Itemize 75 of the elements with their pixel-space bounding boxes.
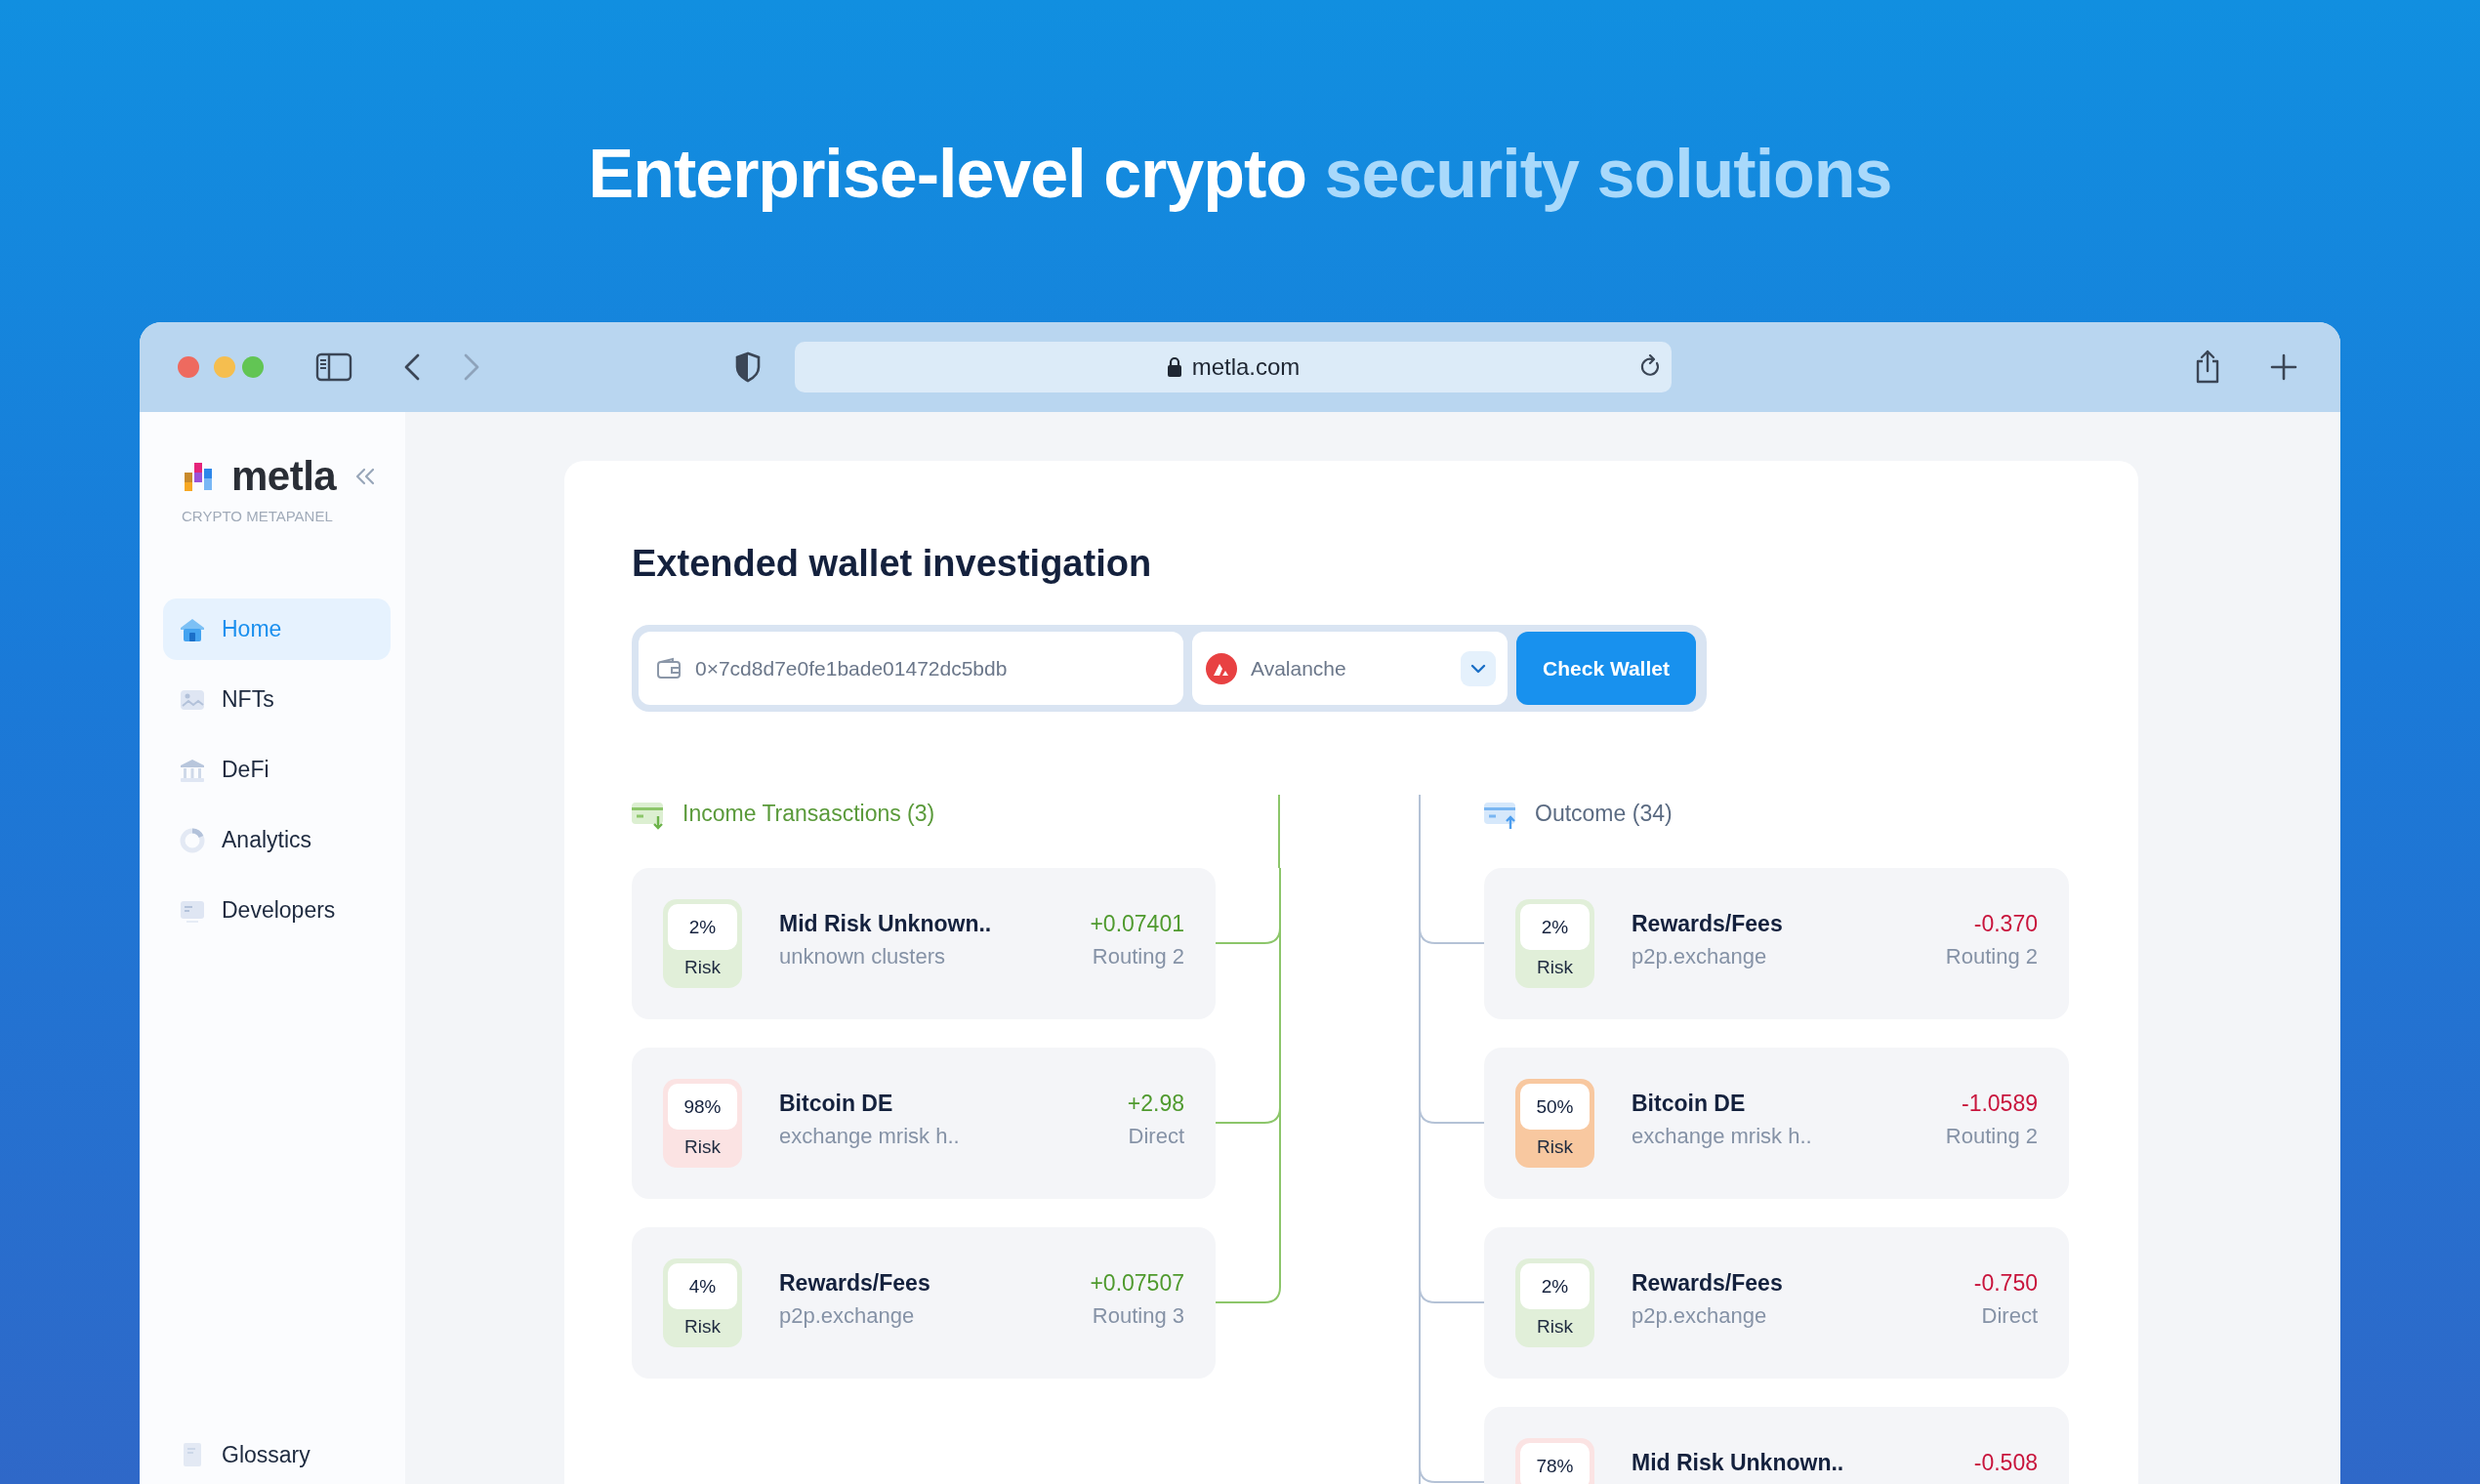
counterparty-name: Mid Risk Unknown..	[779, 911, 993, 937]
lock-icon	[1166, 356, 1182, 378]
counterparty-name: Mid Risk Unknown..	[1632, 1450, 1845, 1476]
route-label: Direct	[1981, 1303, 2038, 1329]
network-select[interactable]: Avalanche	[1192, 632, 1508, 705]
amount: -1.0589	[1962, 1091, 2038, 1117]
transaction-card[interactable]: 2% Risk Rewards/Fees p2p.exchange -0.750 Direct	[1484, 1227, 2069, 1379]
risk-label: Risk	[684, 1136, 721, 1158]
counterparty-detail: unknown clusters	[779, 944, 946, 969]
wallet-icon	[656, 656, 682, 680]
transaction-card[interactable]: 78% Mid Risk Unknown.. -0.508	[1484, 1407, 2069, 1484]
share-icon[interactable]	[2194, 350, 2221, 385]
page-title: Extended wallet investigation	[632, 542, 1153, 586]
amount: -0.750	[1973, 1270, 2038, 1297]
brand-subtitle: CRYPTO METAPANEL	[182, 508, 334, 524]
nav-item[interactable]: NFTs	[163, 669, 391, 730]
transaction-card[interactable]: 2% Risk Mid Risk Unknown.. unknown clusters +0.07401 Routing 2	[632, 868, 1216, 1019]
address-bar[interactable]: metla.com	[795, 342, 1672, 392]
risk-label: Risk	[1537, 1316, 1573, 1338]
route-label: Routing 2	[1945, 1124, 2038, 1149]
donut-chart-icon	[179, 826, 206, 854]
route-label: Routing 3	[1092, 1303, 1184, 1329]
wallet-address-input[interactable]: 0×7cd8d7e0fe1bade01472dc5bdb	[695, 656, 1164, 680]
counterparty-detail: p2p.exchange	[1632, 944, 1768, 969]
amount: +2.98	[1127, 1091, 1184, 1117]
risk-percent: 4%	[668, 1263, 737, 1309]
risk-percent: 98%	[668, 1084, 737, 1130]
risk-percent: 2%	[1520, 904, 1590, 950]
section-title: Outcome (34)	[1535, 801, 1673, 827]
risk-percent: 2%	[1520, 1263, 1590, 1309]
risk-percent: 2%	[668, 904, 737, 950]
amount: -0.508	[1973, 1450, 2038, 1476]
nav-item[interactable]: Developers	[163, 880, 391, 941]
counterparty-detail: exchange mrisk h..	[779, 1124, 961, 1149]
counterparty-name: Bitcoin DE	[1632, 1091, 1747, 1117]
route-label: Routing 2	[1092, 944, 1184, 969]
risk-label: Risk	[1537, 1136, 1573, 1158]
risk-percent: 78%	[1520, 1443, 1590, 1484]
transaction-card[interactable]: 2% Risk Rewards/Fees p2p.exchange -0.370 Routing 2	[1484, 868, 2069, 1019]
new-tab-icon[interactable]	[2270, 353, 2297, 381]
counterparty-name: Bitcoin DE	[779, 1091, 894, 1117]
amount: -0.370	[1973, 911, 2038, 937]
chevron-down-icon[interactable]	[1461, 650, 1496, 686]
card-arrow-down-icon	[632, 801, 665, 830]
amount: +0.07401	[1090, 911, 1184, 937]
counterparty-detail: p2p.exchange	[1632, 1303, 1768, 1329]
url-text: metla.com	[1191, 353, 1301, 381]
nav-item[interactable]: Glossary	[163, 1433, 391, 1476]
transaction-card[interactable]: 50% Risk Bitcoin DE exchange mrisk h.. -1.0589 Routing 2	[1484, 1048, 2069, 1199]
counterparty-name: Rewards/Fees	[779, 1270, 931, 1297]
network-logo-icon	[1206, 652, 1237, 684]
counterparty-name: Rewards/Fees	[1632, 911, 1784, 937]
counterparty-detail: p2p.exchange	[779, 1303, 916, 1329]
nav-item[interactable]: DeFi	[163, 739, 391, 801]
brand-name: metla	[231, 453, 337, 500]
card-arrow-up-icon	[1484, 801, 1517, 830]
route-label: Direct	[1128, 1124, 1184, 1149]
route-label: Routing 2	[1945, 944, 2038, 969]
risk-percent: 50%	[1520, 1084, 1590, 1130]
risk-label: Risk	[684, 1316, 721, 1338]
amount: +0.07507	[1090, 1270, 1184, 1297]
sidebar-toggle-icon[interactable]	[315, 352, 352, 382]
shield-icon[interactable]	[734, 351, 762, 383]
risk-label: Risk	[684, 957, 721, 978]
back-icon[interactable]	[403, 352, 421, 382]
counterparty-name: Rewards/Fees	[1632, 1270, 1784, 1297]
transaction-card[interactable]: 4% Risk Rewards/Fees p2p.exchange +0.07507 Routing 3	[632, 1227, 1216, 1379]
headline: Enterprise-level crypto security solutions	[588, 135, 1892, 214]
nav-item[interactable]: Analytics	[163, 809, 391, 871]
wallet-address-field[interactable]: 0×7cd8d7e0fe1bade01472dc5bdb	[639, 632, 1183, 705]
counterparty-detail: exchange mrisk h..	[1632, 1124, 1813, 1149]
risk-label: Risk	[1537, 957, 1573, 978]
section-title: Income Transasctions (3)	[682, 801, 935, 827]
network-value: Avalanche	[1251, 656, 1347, 680]
transaction-card[interactable]: 98% Risk Bitcoin DE exchange mrisk h.. +2.98 Direct	[632, 1048, 1216, 1199]
